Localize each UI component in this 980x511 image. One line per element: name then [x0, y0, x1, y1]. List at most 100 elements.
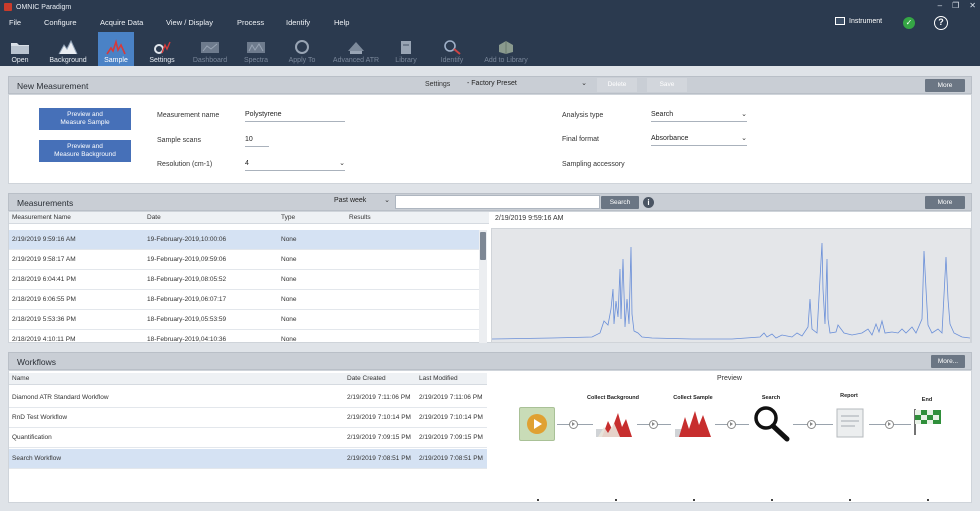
- sample-spectrum-icon: [106, 39, 126, 55]
- sample-button[interactable]: Sample: [98, 32, 134, 66]
- spectra-icon: [247, 42, 265, 53]
- col-last-modified[interactable]: Last Modified: [419, 375, 458, 382]
- instrument-status[interactable]: Instrument: [835, 17, 882, 25]
- col-date[interactable]: Date: [147, 214, 161, 221]
- measurement-search-input[interactable]: [395, 195, 600, 209]
- table-row[interactable]: 2/19/2019 9:59:16 AM 19-February-2019,10…: [9, 230, 479, 250]
- advanced-atr-button[interactable]: Advanced ATR: [330, 32, 382, 66]
- menu-process[interactable]: Process: [237, 18, 264, 27]
- step-label: Search: [761, 395, 781, 401]
- col-name[interactable]: Name: [12, 375, 29, 382]
- workflow-row[interactable]: Quantification 2/19/2019 7:09:15 PM 2/19…: [9, 428, 487, 448]
- measurements-table: 2/19/2019 9:59:16 AM 19-February-2019,10…: [9, 230, 479, 343]
- col-results[interactable]: Results: [349, 214, 371, 221]
- menu-view-display[interactable]: View / Display: [166, 18, 213, 27]
- background-spectrum-icon: [58, 39, 78, 55]
- table-row[interactable]: 2/18/2019 6:04:41 PM 18-February-2019,08…: [9, 270, 479, 290]
- menu-configure[interactable]: Configure: [44, 18, 77, 27]
- preview-measure-background-button[interactable]: Preview and Measure Background: [39, 140, 131, 162]
- spectra-button[interactable]: Spectra: [238, 32, 274, 66]
- table-row[interactable]: 2/19/2019 9:58:17 AM 19-February-2019,09…: [9, 250, 479, 270]
- menu-identify[interactable]: Identify: [286, 18, 310, 27]
- settings-preset-dropdown[interactable]: - Factory Preset ⌄: [467, 80, 587, 91]
- workflows-more-button[interactable]: More...: [931, 355, 965, 368]
- tick-mark: [615, 499, 617, 501]
- checkered-flag-icon[interactable]: [911, 407, 945, 437]
- new-measurement-more-button[interactable]: More: [925, 79, 965, 92]
- settings-label: Settings: [425, 81, 451, 88]
- workflow-row[interactable]: RnD Test Workflow 2/19/2019 7:10:14 PM 2…: [9, 408, 487, 428]
- settings-gear-icon: [154, 41, 171, 54]
- add-to-library-button[interactable]: Add to Library: [478, 32, 534, 66]
- collect-background-icon[interactable]: [594, 407, 634, 439]
- analysis-type-dropdown[interactable]: Search ⌄: [651, 111, 747, 122]
- help-icon[interactable]: ?: [934, 16, 948, 30]
- final-format-label: Final format: [562, 136, 599, 143]
- measurement-name-input[interactable]: Polystyrene: [245, 111, 345, 122]
- arrow-node-icon: [885, 420, 894, 429]
- date-filter-dropdown[interactable]: Past week ⌄: [334, 197, 390, 208]
- menu-file[interactable]: File: [9, 18, 21, 27]
- measurements-header: Measurements Past week ⌄ Search i More: [8, 193, 972, 211]
- instrument-icon: [835, 17, 845, 25]
- sampling-accessory-label: Sampling accessory: [562, 161, 625, 168]
- library-button[interactable]: Library: [390, 32, 422, 66]
- workflow-row[interactable]: Diamond ATR Standard Workflow 2/19/2019 …: [9, 388, 487, 408]
- table-row[interactable]: 2/18/2019 6:06:55 PM 18-February-2019,06…: [9, 290, 479, 310]
- info-icon[interactable]: i: [643, 197, 654, 208]
- workflow-row[interactable]: Search Workflow 2/19/2019 7:08:51 PM 2/1…: [9, 449, 487, 469]
- minimize-icon[interactable]: –: [938, 1, 942, 10]
- tick-mark: [537, 499, 539, 501]
- background-button[interactable]: Background: [44, 32, 92, 66]
- measurement-search-button[interactable]: Search: [601, 196, 639, 209]
- col-measurement-name[interactable]: Measurement Name: [12, 214, 71, 221]
- tick-mark: [693, 499, 695, 501]
- resolution-dropdown[interactable]: 4 ⌄: [245, 160, 345, 171]
- col-type[interactable]: Type: [281, 214, 295, 221]
- analysis-type-label: Analysis type: [562, 112, 604, 119]
- scrollbar-thumb[interactable]: [480, 232, 486, 260]
- sample-scans-input[interactable]: 10: [245, 136, 269, 147]
- folder-icon: [11, 43, 29, 54]
- menu-acquire-data[interactable]: Acquire Data: [100, 18, 143, 27]
- report-icon[interactable]: [833, 407, 867, 439]
- measurements-scrollbar[interactable]: [479, 230, 487, 343]
- arrow-node-icon: [569, 420, 578, 429]
- workflows-table-header: Name Date Created Last Modified: [9, 373, 487, 385]
- apply-to-button[interactable]: Apply To: [284, 32, 320, 66]
- resolution-label: Resolution (cm-1): [157, 161, 213, 168]
- app-icon: [4, 3, 12, 11]
- connected-check-icon[interactable]: ✓: [903, 17, 915, 29]
- save-button[interactable]: Save: [647, 78, 687, 92]
- measurements-table-header: Measurement Name Date Type Results: [9, 212, 489, 224]
- measurements-more-button[interactable]: More: [925, 196, 965, 209]
- settings-button[interactable]: Settings: [144, 32, 180, 66]
- start-step[interactable]: [519, 407, 555, 441]
- collect-sample-icon[interactable]: [673, 407, 713, 439]
- open-button[interactable]: Open: [6, 32, 34, 66]
- identify-button[interactable]: Identify: [432, 32, 472, 66]
- col-date-created[interactable]: Date Created: [347, 375, 386, 382]
- search-magnifier-icon[interactable]: [751, 404, 791, 442]
- spectrum-view[interactable]: [491, 228, 971, 343]
- table-row[interactable]: 2/18/2019 4:10:11 PM 18-February-2019,04…: [9, 330, 479, 343]
- delete-button[interactable]: Delete: [597, 78, 637, 92]
- workflows-body: Name Date Created Last Modified Diamond …: [8, 370, 972, 503]
- play-icon: [527, 414, 547, 434]
- arrow-node-icon: [727, 420, 736, 429]
- arrow-node-icon: [807, 420, 816, 429]
- sample-scans-label: Sample scans: [157, 137, 201, 144]
- close-icon[interactable]: ✕: [969, 1, 976, 10]
- step-label: Collect Sample: [673, 395, 713, 401]
- main-toolbar: Open Background Sample Settings Dashboar…: [0, 32, 980, 66]
- refresh-icon: [295, 40, 309, 54]
- restore-icon[interactable]: ❐: [952, 1, 959, 10]
- measurements-body: Measurement Name Date Type Results 2/19/…: [8, 211, 972, 343]
- menu-help[interactable]: Help: [334, 18, 349, 27]
- atr-icon: [348, 42, 364, 54]
- preview-measure-sample-button[interactable]: Preview and Measure Sample: [39, 108, 131, 130]
- table-row[interactable]: 2/18/2019 5:53:36 PM 18-February-2019,05…: [9, 310, 479, 330]
- dashboard-button[interactable]: Dashboard: [188, 32, 232, 66]
- add-library-icon: [499, 41, 513, 54]
- final-format-dropdown[interactable]: Absorbance ⌄: [651, 135, 747, 146]
